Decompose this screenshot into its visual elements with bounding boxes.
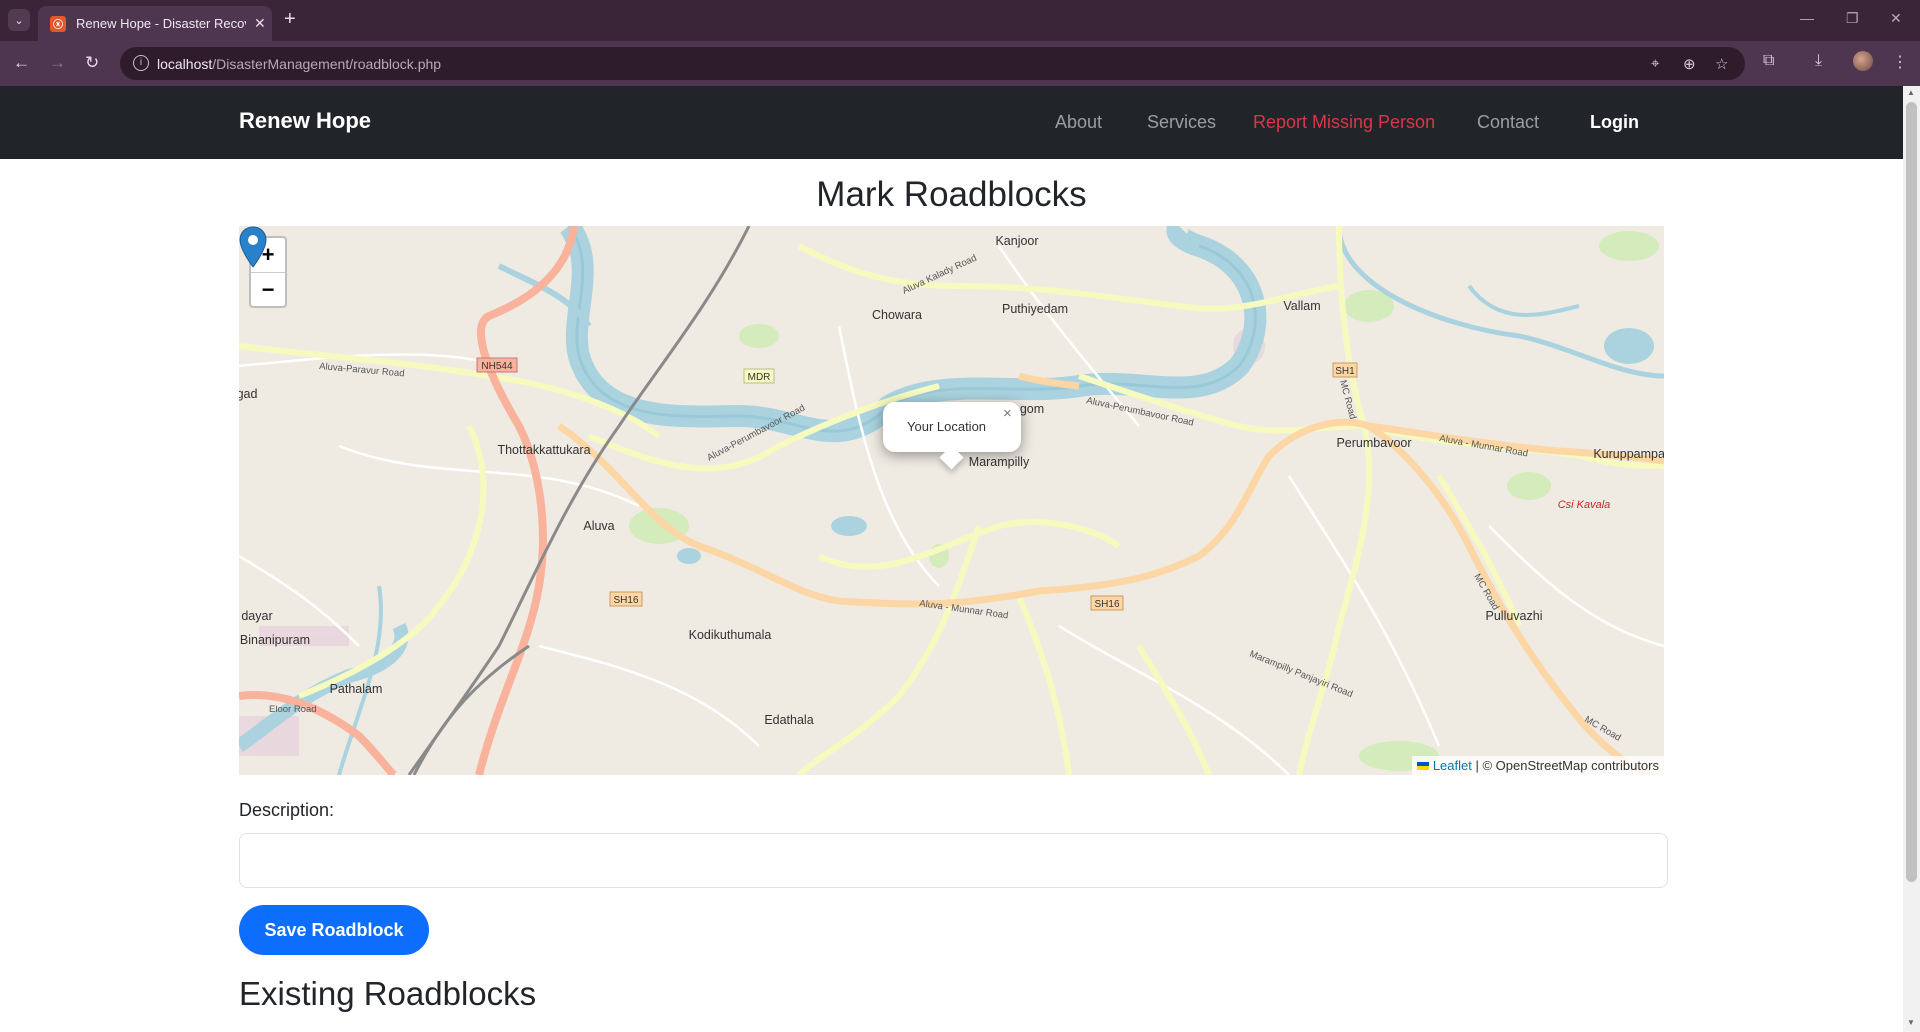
save-roadblock-button[interactable]: Save Roadblock [239, 905, 429, 955]
svg-text:Puthiyedam: Puthiyedam [1002, 302, 1068, 316]
map-tiles: Kanjoor Chowara Puthiyedam Vallam Thotta… [239, 226, 1664, 775]
scrollbar-thumb[interactable] [1906, 102, 1917, 882]
svg-text:Pulluvazhi: Pulluvazhi [1486, 609, 1543, 623]
site-navbar: Renew Hope About Services Report Missing… [0, 86, 1903, 159]
reload-icon[interactable]: ↻ [85, 53, 99, 73]
svg-text:Binanipuram: Binanipuram [240, 633, 310, 647]
address-bar-row: ← → ↻ i localhost/DisasterManagement/roa… [0, 41, 1920, 86]
nav-login[interactable]: Login [1590, 112, 1639, 133]
svg-text:MDR: MDR [748, 372, 771, 383]
minimize-icon[interactable]: — [1800, 10, 1814, 26]
description-input[interactable] [239, 833, 1668, 888]
description-label: Description: [239, 800, 335, 820]
scroll-down-icon[interactable]: ▼ [1907, 1018, 1915, 1027]
svg-text:Kuruppampadi: Kuruppampadi [1593, 447, 1664, 461]
osm-attribution-text: | © OpenStreetMap contributors [1475, 758, 1660, 773]
page-title: Mark Roadblocks [816, 175, 1087, 214]
zoom-magnifier-icon[interactable]: ⊕ [1683, 55, 1696, 73]
profile-avatar[interactable] [1853, 51, 1873, 71]
nav-services[interactable]: Services [1147, 112, 1216, 133]
svg-text:Thottakkattukara: Thottakkattukara [497, 443, 590, 457]
svg-text:SH1: SH1 [1335, 366, 1355, 377]
browser-tab[interactable]: ⓧ Renew Hope - Disaster Recover ✕ [38, 6, 272, 41]
download-icon[interactable]: ⤓ [1815, 52, 1822, 70]
svg-text:SH16: SH16 [1094, 599, 1119, 610]
site-brand[interactable]: Renew Hope [239, 108, 371, 134]
forward-arrow-icon[interactable]: → [49, 53, 66, 73]
browser-tab-bar: ⌄ ⓧ Renew Hope - Disaster Recover ✕ + — … [0, 0, 1920, 41]
page-viewport: Renew Hope About Services Report Missing… [0, 86, 1903, 1032]
tab-close-icon[interactable]: ✕ [254, 15, 266, 32]
url-text[interactable]: localhost/DisasterManagement/roadblock.p… [157, 56, 441, 72]
nav-about[interactable]: About [1055, 112, 1102, 133]
omnibox[interactable]: i localhost/DisasterManagement/roadblock… [120, 47, 1745, 80]
svg-text:Edathala: Edathala [764, 713, 813, 727]
svg-text:Kanjoor: Kanjoor [995, 234, 1038, 248]
nav-report-missing-person[interactable]: Report Missing Person [1253, 112, 1435, 133]
popup-close-icon[interactable]: × [1003, 405, 1012, 422]
map-marker-icon[interactable] [239, 226, 267, 268]
zoom-out-button[interactable]: − [251, 273, 285, 307]
ukraine-flag-icon [1417, 762, 1430, 770]
new-tab-plus-icon[interactable]: + [284, 8, 296, 31]
svg-text:Aluva: Aluva [583, 519, 614, 533]
nav-contact[interactable]: Contact [1477, 112, 1539, 133]
bookmark-star-icon[interactable]: ☆ [1715, 55, 1728, 73]
svg-text:Perumbavoor: Perumbavoor [1336, 436, 1411, 450]
location-pin-icon[interactable]: ⌖ [1651, 55, 1659, 72]
svg-text:Eloor Road: Eloor Road [269, 704, 317, 715]
svg-text:dayar: dayar [241, 609, 272, 623]
svg-text:SH16: SH16 [613, 595, 638, 606]
xampp-favicon-icon: ⓧ [50, 15, 66, 32]
tab-list-chevron-icon[interactable]: ⌄ [8, 9, 30, 31]
svg-text:gom: gom [1020, 402, 1044, 416]
svg-text:Kodikuthumala: Kodikuthumala [689, 628, 772, 642]
map-attribution: Leaflet | © OpenStreetMap contributors [1412, 756, 1664, 775]
back-arrow-icon[interactable]: ← [13, 53, 30, 73]
extensions-puzzle-icon[interactable]: ⧉ [1763, 52, 1774, 70]
site-info-icon[interactable]: i [133, 55, 149, 71]
location-popup: Your Location × [883, 402, 1021, 470]
svg-text:Pathalam: Pathalam [330, 682, 383, 696]
leaflet-link[interactable]: Leaflet [1433, 758, 1472, 773]
svg-text:Chowara: Chowara [872, 308, 922, 322]
tab-title: Renew Hope - Disaster Recover [76, 16, 246, 31]
page-scrollbar[interactable]: ▲ ▼ [1903, 86, 1920, 1032]
svg-text:Vallam: Vallam [1283, 299, 1320, 313]
leaflet-map[interactable]: Kanjoor Chowara Puthiyedam Vallam Thotta… [239, 226, 1664, 775]
svg-text:NH544: NH544 [481, 361, 513, 372]
kebab-menu-icon[interactable]: ⋮ [1892, 52, 1908, 72]
svg-text:Csi Kavala: Csi Kavala [1558, 499, 1611, 511]
popup-text: Your Location [907, 419, 987, 434]
svg-text:gad: gad [239, 387, 257, 401]
scroll-up-icon[interactable]: ▲ [1907, 88, 1915, 97]
existing-roadblocks-heading: Existing Roadblocks [239, 975, 537, 1012]
window-close-icon[interactable]: ✕ [1890, 10, 1902, 27]
restore-icon[interactable]: ❐ [1846, 10, 1859, 27]
svg-text:Marampilly: Marampilly [969, 455, 1030, 469]
